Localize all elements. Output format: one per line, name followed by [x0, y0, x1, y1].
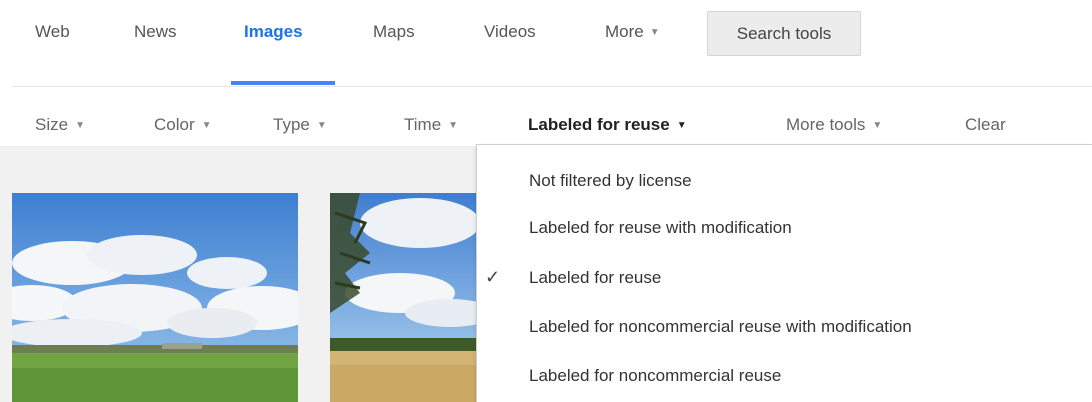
tab-more[interactable]: More ▼ — [605, 22, 660, 42]
tab-maps[interactable]: Maps — [373, 22, 415, 42]
color-filter[interactable]: Color ▼ — [154, 115, 212, 135]
more-tools-filter-label: More tools — [786, 115, 866, 134]
checkmark-icon: ✓ — [485, 267, 501, 287]
image-result-thumbnail[interactable] — [330, 193, 480, 402]
chevron-down-icon: ▼ — [649, 27, 660, 38]
menu-item-noncommercial-with-modification[interactable]: Labeled for noncommercial reuse with mod… — [529, 317, 912, 337]
tab-more-label: More — [605, 22, 644, 41]
menu-item-not-filtered[interactable]: Not filtered by license — [529, 171, 692, 191]
tab-videos[interactable]: Videos — [484, 22, 536, 42]
chevron-down-icon: ▼ — [316, 120, 327, 131]
search-tools-bar: Size ▼ Color ▼ Type ▼ Time ▼ Labeled for reu… — [0, 87, 1092, 145]
time-filter[interactable]: Time ▼ — [404, 115, 458, 135]
tab-images[interactable]: Images — [244, 22, 303, 42]
chevron-down-icon: ▼ — [75, 120, 85, 131]
vertical-nav: Web News Images Maps Videos More ▼ Search… — [0, 0, 1092, 86]
usage-rights-menu: Not filtered by license Labeled for reus… — [476, 144, 1092, 402]
menu-item-reuse-with-modification[interactable]: Labeled for reuse with modification — [529, 218, 792, 238]
search-tools-button[interactable]: Search tools — [707, 11, 861, 56]
active-tab-indicator — [231, 81, 335, 85]
menu-item-noncommercial-reuse[interactable]: Labeled for noncommercial reuse — [529, 366, 781, 386]
usage-rights-filter[interactable]: Labeled for reuse ▼ — [528, 115, 687, 135]
landscape-image — [330, 193, 480, 402]
clear-button[interactable]: Clear — [965, 115, 1006, 135]
tab-web[interactable]: Web — [35, 22, 70, 42]
landscape-image — [12, 193, 298, 402]
size-filter-label: Size — [35, 115, 69, 134]
type-filter[interactable]: Type ▼ — [273, 115, 327, 135]
color-filter-label: Color — [154, 115, 195, 134]
size-filter[interactable]: Size ▼ — [35, 115, 85, 135]
menu-item-labeled-for-reuse[interactable]: Labeled for reuse — [529, 268, 661, 288]
time-filter-label: Time — [404, 115, 442, 134]
chevron-down-icon: ▼ — [676, 120, 687, 131]
image-result-thumbnail[interactable] — [12, 193, 298, 402]
chevron-down-icon: ▼ — [872, 120, 883, 131]
chevron-down-icon: ▼ — [448, 120, 459, 131]
usage-rights-filter-label: Labeled for reuse — [528, 115, 670, 134]
type-filter-label: Type — [273, 115, 310, 134]
chevron-down-icon: ▼ — [201, 120, 212, 131]
more-tools-filter[interactable]: More tools ▼ — [786, 115, 882, 135]
tab-news[interactable]: News — [134, 22, 177, 42]
